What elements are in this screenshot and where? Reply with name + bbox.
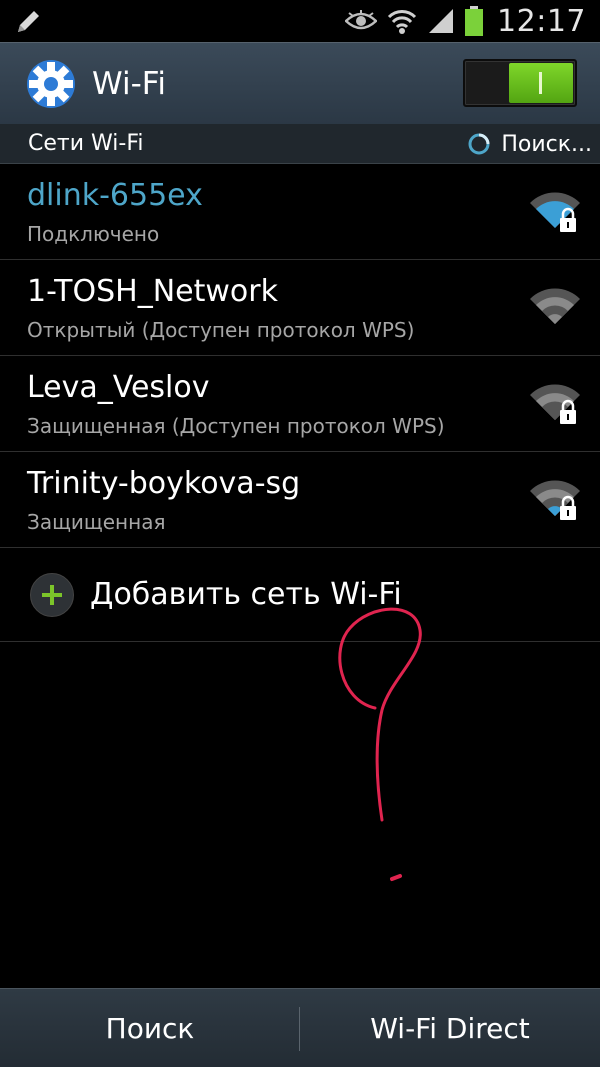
network-status: Защищенная xyxy=(27,510,166,534)
cell-signal-icon xyxy=(429,9,454,33)
network-list: dlink-655ex Подключено 1-TOSH_Network От… xyxy=(0,164,600,548)
wifi-toggle[interactable] xyxy=(463,59,577,107)
eye-icon xyxy=(345,10,378,30)
network-ssid: Leva_Veslov xyxy=(27,370,210,405)
wifi-signal-locked-icon xyxy=(530,192,580,232)
network-ssid: 1-TOSH_Network xyxy=(27,274,278,309)
action-bar: Wi-Fi xyxy=(0,42,600,124)
gear-icon[interactable] xyxy=(22,55,80,113)
battery-icon xyxy=(465,6,484,36)
network-ssid: dlink-655ex xyxy=(27,178,203,213)
network-row-dlink-655ex[interactable]: dlink-655ex Подключено xyxy=(0,164,600,260)
network-status: Открытый (Доступен протокол WPS) xyxy=(27,318,415,342)
scanning-indicator: Поиск... xyxy=(467,124,592,164)
toggle-knob xyxy=(509,63,573,103)
wifi-signal-locked-icon xyxy=(530,384,580,424)
network-row-leva-veslov[interactable]: Leva_Veslov Защищенная (Доступен протоко… xyxy=(0,356,600,452)
network-row-1-tosh-network[interactable]: 1-TOSH_Network Открытый (Доступен проток… xyxy=(0,260,600,356)
section-header: Сети Wi-Fi Поиск... xyxy=(0,124,600,164)
scanning-text: Поиск... xyxy=(501,131,592,157)
clock: 12:17 xyxy=(497,3,586,39)
status-bar: 12:17 xyxy=(0,0,600,42)
wifi-direct-button[interactable]: Wi-Fi Direct xyxy=(300,989,600,1067)
wifi-signal-icon xyxy=(530,288,580,324)
pencil-icon xyxy=(18,11,39,32)
network-row-trinity-boykova-sg[interactable]: Trinity-boykova-sg Защищенная xyxy=(0,452,600,548)
spinner-icon xyxy=(468,133,490,155)
scan-button[interactable]: Поиск xyxy=(0,989,300,1067)
add-network-button[interactable]: Добавить сеть Wi-Fi xyxy=(0,548,600,642)
page-title: Wi-Fi xyxy=(92,66,166,102)
plus-icon xyxy=(30,573,74,617)
wifi-signal-locked-icon xyxy=(530,480,580,520)
add-network-label: Добавить сеть Wi-Fi xyxy=(90,577,402,612)
network-ssid: Trinity-boykova-sg xyxy=(27,466,301,501)
section-label: Сети Wi-Fi xyxy=(28,131,144,156)
network-status: Защищенная (Доступен протокол WPS) xyxy=(27,414,445,438)
wifi-status-icon xyxy=(387,10,417,34)
bottom-bar: Поиск Wi-Fi Direct xyxy=(0,988,600,1067)
network-status: Подключено xyxy=(27,222,160,246)
